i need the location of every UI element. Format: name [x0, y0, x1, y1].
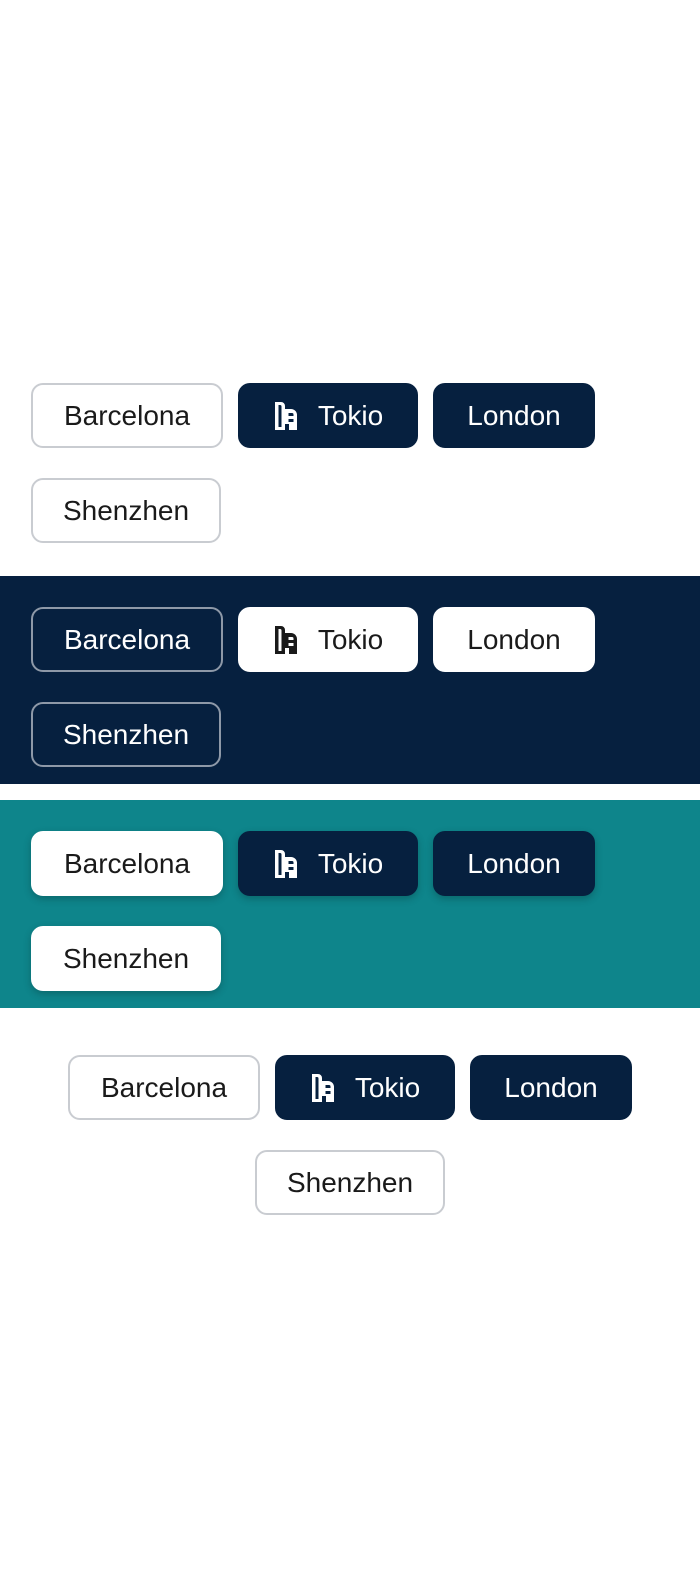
chip-label: Shenzhen — [62, 494, 190, 526]
chip-shenzhen[interactable]: Shenzhen — [31, 702, 221, 767]
chip-label: Tokio — [317, 623, 384, 655]
building-icon — [273, 624, 299, 656]
chip-label: Barcelona — [63, 623, 191, 655]
chip-tokio[interactable]: Tokio — [238, 831, 418, 896]
chip-label: Tokio — [354, 1071, 421, 1103]
chip-label: Barcelona — [100, 1071, 228, 1103]
chip-list: Barcelona Tokio London Shenzhen — [31, 607, 651, 767]
chip-group-navy: Barcelona Tokio London Shenzhen — [0, 576, 700, 784]
chip-barcelona[interactable]: Barcelona — [68, 1055, 260, 1120]
chip-shenzhen[interactable]: Shenzhen — [255, 1150, 445, 1215]
chip-label: Shenzhen — [62, 942, 190, 974]
chip-tokio[interactable]: Tokio — [238, 607, 418, 672]
chip-label: London — [467, 399, 561, 431]
chip-tokio[interactable]: Tokio — [238, 383, 418, 448]
building-icon — [273, 848, 299, 880]
chip-group-teal: Barcelona Tokio London Shenzhen — [0, 800, 700, 1008]
chip-label: Tokio — [317, 847, 384, 879]
chip-tokio[interactable]: Tokio — [275, 1055, 455, 1120]
chip-london[interactable]: London — [433, 607, 595, 672]
chip-label: London — [467, 847, 561, 879]
chip-barcelona[interactable]: Barcelona — [31, 383, 223, 448]
chip-shenzhen[interactable]: Shenzhen — [31, 926, 221, 991]
chip-label: London — [467, 623, 561, 655]
chip-london[interactable]: London — [470, 1055, 632, 1120]
chip-group-light: Barcelona Tokio London Shenzhen — [0, 360, 700, 556]
chip-label: London — [504, 1071, 598, 1103]
building-icon — [310, 1072, 336, 1104]
chip-list: Barcelona Tokio London Shenzhen — [31, 831, 651, 991]
chip-label: Tokio — [317, 399, 384, 431]
chip-label: Shenzhen — [286, 1166, 414, 1198]
chip-barcelona[interactable]: Barcelona — [31, 607, 223, 672]
chip-label: Barcelona — [63, 847, 191, 879]
chip-label: Barcelona — [63, 399, 191, 431]
chip-list: Barcelona Tokio London Shenzhen — [31, 383, 651, 543]
chip-barcelona[interactable]: Barcelona — [31, 831, 223, 896]
chip-list: Barcelona Tokio London Shenzhen — [0, 1055, 700, 1215]
chip-group-centered: Barcelona Tokio London Shenzhen — [0, 1030, 700, 1226]
chip-shenzhen[interactable]: Shenzhen — [31, 478, 221, 543]
chip-label: Shenzhen — [62, 718, 190, 750]
chip-london[interactable]: London — [433, 831, 595, 896]
building-icon — [273, 400, 299, 432]
chip-london[interactable]: London — [433, 383, 595, 448]
